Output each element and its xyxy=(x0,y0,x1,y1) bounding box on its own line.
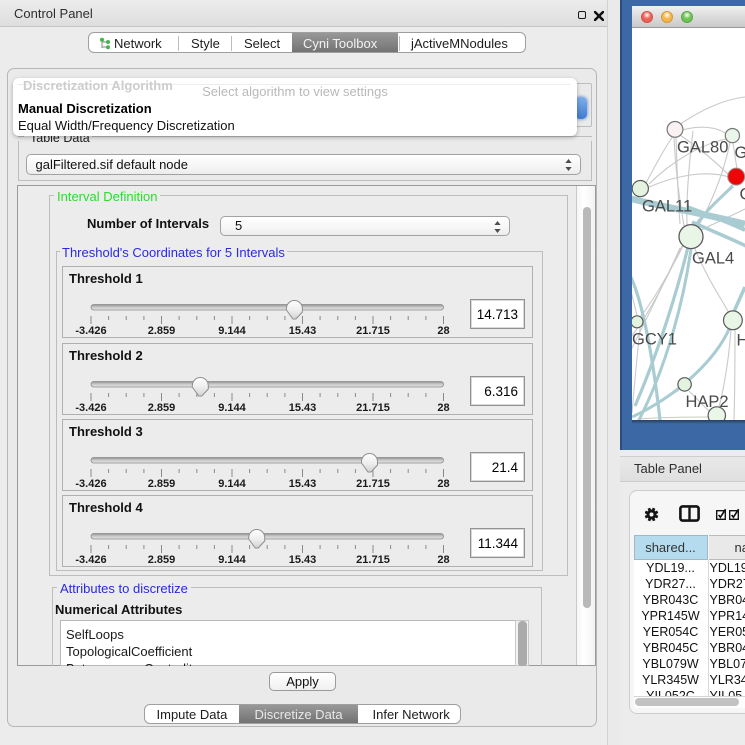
svg-text:C: C xyxy=(740,185,745,203)
svg-text:GAL4: GAL4 xyxy=(692,249,734,267)
svg-text:GAL80: GAL80 xyxy=(677,138,728,156)
svg-text:GA: GA xyxy=(735,144,745,162)
svg-text:HAP2: HAP2 xyxy=(686,393,729,411)
svg-text:H: H xyxy=(737,331,745,349)
svg-text:GCY1: GCY1 xyxy=(632,330,677,348)
svg-text:GAL11: GAL11 xyxy=(642,197,692,215)
